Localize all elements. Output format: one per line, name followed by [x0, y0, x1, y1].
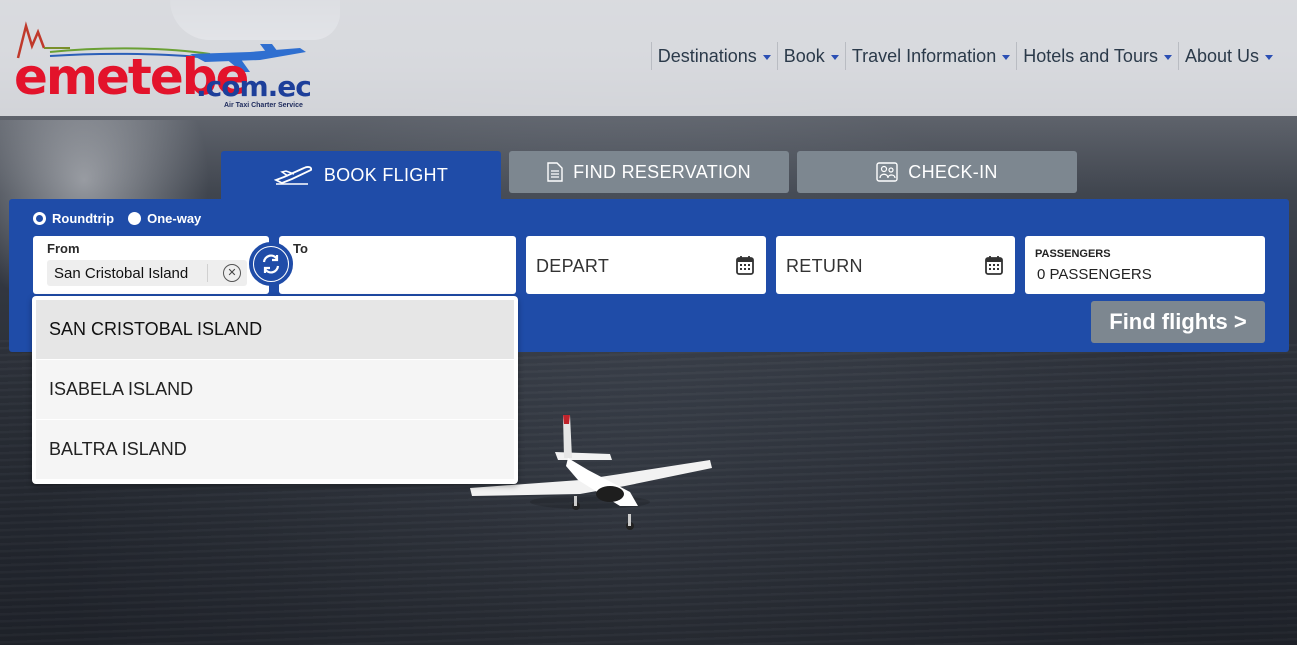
site-header: emetebe .com.ec Air Taxi Charter Service…: [0, 0, 1297, 116]
dropdown-option-isabela[interactable]: ISABELA ISLAND: [36, 360, 514, 420]
nav-label: About Us: [1184, 45, 1259, 66]
nav-destinations[interactable]: Destinations: [650, 42, 777, 70]
nav-travel-information[interactable]: Travel Information: [844, 42, 1016, 70]
nav-hotels-and-tours[interactable]: Hotels and Tours: [1016, 42, 1178, 70]
roundtrip-option[interactable]: Roundtrip: [33, 211, 114, 226]
from-label: From: [47, 241, 80, 256]
depart-field[interactable]: DEPART: [526, 236, 766, 294]
roundtrip-label: Roundtrip: [52, 211, 115, 226]
find-flights-button[interactable]: Find flights >: [1091, 301, 1265, 343]
passengers-icon: [876, 162, 898, 182]
nav-about-us[interactable]: About Us: [1177, 42, 1279, 70]
nav-book[interactable]: Book: [776, 42, 845, 70]
to-label: To: [293, 241, 308, 256]
caret-down-icon: [830, 54, 839, 60]
trip-type-selector: Roundtrip One-way: [33, 211, 201, 226]
tab-label: BOOK FLIGHT: [323, 164, 449, 185]
dropdown-option-san-cristobal[interactable]: SAN CRISTOBAL ISLAND: [36, 300, 514, 360]
nav-label: Destinations: [657, 45, 757, 66]
dropdown-option-baltra[interactable]: BALTRA ISLAND: [36, 420, 514, 480]
one-way-option[interactable]: One-way: [128, 211, 201, 226]
logo-domain: .com.ec: [196, 70, 312, 103]
passengers-field[interactable]: PASSENGERS 0 PASSENGERS: [1025, 236, 1265, 294]
roundtrip-radio[interactable]: [33, 212, 46, 225]
from-chip: ✕: [47, 260, 247, 286]
chip-divider: [207, 264, 208, 282]
return-field[interactable]: RETURN: [776, 236, 1015, 294]
clear-icon[interactable]: ✕: [223, 264, 241, 282]
caret-down-icon: [1163, 54, 1172, 60]
tab-check-in[interactable]: CHECK-IN: [797, 151, 1077, 193]
logo-tagline: Air Taxi Charter Service: [224, 102, 303, 109]
passengers-value: 0 PASSENGERS: [1037, 266, 1152, 283]
swap-button[interactable]: [249, 242, 293, 286]
nav-label: Book: [783, 45, 825, 66]
from-input[interactable]: [47, 261, 207, 285]
calendar-icon: [985, 256, 1003, 275]
tab-find-reservation[interactable]: FIND RESERVATION: [509, 151, 789, 193]
from-field[interactable]: From ✕: [33, 236, 269, 294]
swap-icon: [262, 254, 280, 274]
to-field[interactable]: To: [279, 236, 516, 294]
swap-icon-wrap: [254, 247, 288, 281]
main-nav: Destinations Book Travel Information Hot…: [650, 42, 1279, 70]
nav-label: Travel Information: [851, 45, 997, 66]
plane-icon: [273, 166, 312, 185]
caret-down-icon: [1265, 54, 1273, 60]
one-way-label: One-way: [147, 211, 202, 226]
tab-label: FIND RESERVATION: [573, 161, 751, 182]
return-label: RETURN: [786, 256, 863, 276]
depart-label: DEPART: [536, 256, 610, 276]
calendar-icon: [736, 256, 754, 275]
nav-label: Hotels and Tours: [1023, 45, 1158, 66]
one-way-radio[interactable]: [128, 212, 142, 225]
document-icon: [547, 162, 563, 182]
caret-down-icon: [1002, 54, 1011, 60]
tab-book-flight[interactable]: BOOK FLIGHT: [221, 151, 501, 199]
caret-down-icon: [762, 54, 771, 60]
logo[interactable]: emetebe .com.ec Air Taxi Charter Service: [10, 18, 312, 114]
tab-label: CHECK-IN: [908, 161, 998, 182]
from-autocomplete-dropdown: SAN CRISTOBAL ISLAND ISABELA ISLAND BALT…: [32, 296, 518, 484]
passengers-label: PASSENGERS: [1035, 248, 1111, 260]
